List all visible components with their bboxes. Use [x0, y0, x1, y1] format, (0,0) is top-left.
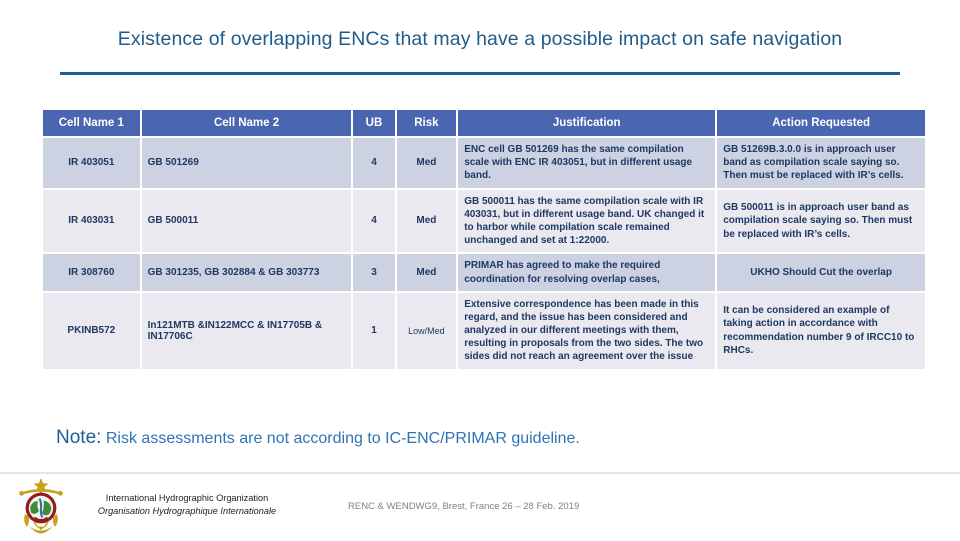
- cell-name-1-value: IR 403031: [43, 189, 140, 253]
- justification-value: Extensive correspondence has been made i…: [458, 292, 716, 369]
- footer-org-english: International Hydrographic Organization: [105, 493, 269, 503]
- cell-name-1-value: IR 403051: [43, 138, 140, 188]
- justification-value: PRIMAR has agreed to make the required c…: [458, 254, 716, 291]
- action-requested-value: UKHO Should Cut the overlap: [717, 254, 925, 291]
- footer-organization: International Hydrographic Organization …: [72, 492, 302, 519]
- justification-value: ENC cell GB 501269 has the same compilat…: [458, 138, 716, 188]
- action-requested-value: It can be considered an example of takin…: [717, 292, 925, 369]
- column-header-justification: Justification: [458, 110, 716, 136]
- ub-value: 1: [353, 292, 395, 369]
- footer-event-info: RENC & WENDWG9, Brest, France 26 – 28 Fe…: [348, 501, 580, 512]
- cell-name-1-value: PKINB572: [43, 292, 140, 369]
- overlapping-encs-table: Cell Name 1 Cell Name 2 UB Risk Justific…: [41, 108, 927, 371]
- note-text: Risk assessments are not according to IC…: [101, 430, 580, 447]
- ub-value: 4: [353, 138, 395, 188]
- title-divider: [60, 72, 900, 75]
- risk-value: Med: [396, 189, 457, 253]
- table-row: IR 308760 GB 301235, GB 302884 & GB 3037…: [43, 254, 925, 291]
- table-header-row: Cell Name 1 Cell Name 2 UB Risk Justific…: [43, 110, 925, 136]
- note-line: Note: Risk assessments are not according…: [56, 427, 580, 449]
- column-header-risk: Risk: [396, 110, 457, 136]
- overlap-table-container: Cell Name 1 Cell Name 2 UB Risk Justific…: [41, 108, 927, 371]
- table-row: IR 403051 GB 501269 4 Med ENC cell GB 50…: [43, 138, 925, 188]
- column-header-ub: UB: [353, 110, 395, 136]
- column-header-cell-name-1: Cell Name 1: [43, 110, 140, 136]
- footer-divider: [0, 472, 960, 474]
- cell-name-2-value: GB 301235, GB 302884 & GB 303773: [141, 254, 352, 291]
- cell-name-1-value: IR 308760: [43, 254, 140, 291]
- cell-name-2-value: In121MTB &IN122MCC & IN17705B & IN17706C: [141, 292, 352, 369]
- action-requested-value: GB 51269B.3.0.0 is in approach user band…: [717, 138, 925, 188]
- action-requested-value: GB 500011 is in approach user band as co…: [717, 189, 925, 253]
- table-row: PKINB572 In121MTB &IN122MCC & IN17705B &…: [43, 292, 925, 369]
- justification-value: GB 500011 has the same compilation scale…: [458, 189, 716, 253]
- page-title: Existence of overlapping ENCs that may h…: [117, 28, 843, 50]
- risk-value: Low/Med: [396, 292, 457, 369]
- cell-name-2-value: GB 500011: [141, 189, 352, 253]
- footer-org-french: Organisation Hydrographique Internationa…: [97, 506, 277, 517]
- ub-value: 3: [353, 254, 395, 291]
- column-header-cell-name-2: Cell Name 2: [141, 110, 352, 136]
- table-row: IR 403031 GB 500011 4 Med GB 500011 has …: [43, 189, 925, 253]
- iho-logo-icon: [12, 476, 70, 536]
- column-header-action-requested: Action Requested: [717, 110, 925, 136]
- note-label: Note:: [56, 427, 102, 448]
- risk-value: Med: [396, 138, 457, 188]
- risk-value: Med: [396, 254, 457, 291]
- cell-name-2-value: GB 501269: [141, 138, 352, 188]
- ub-value: 4: [353, 189, 395, 253]
